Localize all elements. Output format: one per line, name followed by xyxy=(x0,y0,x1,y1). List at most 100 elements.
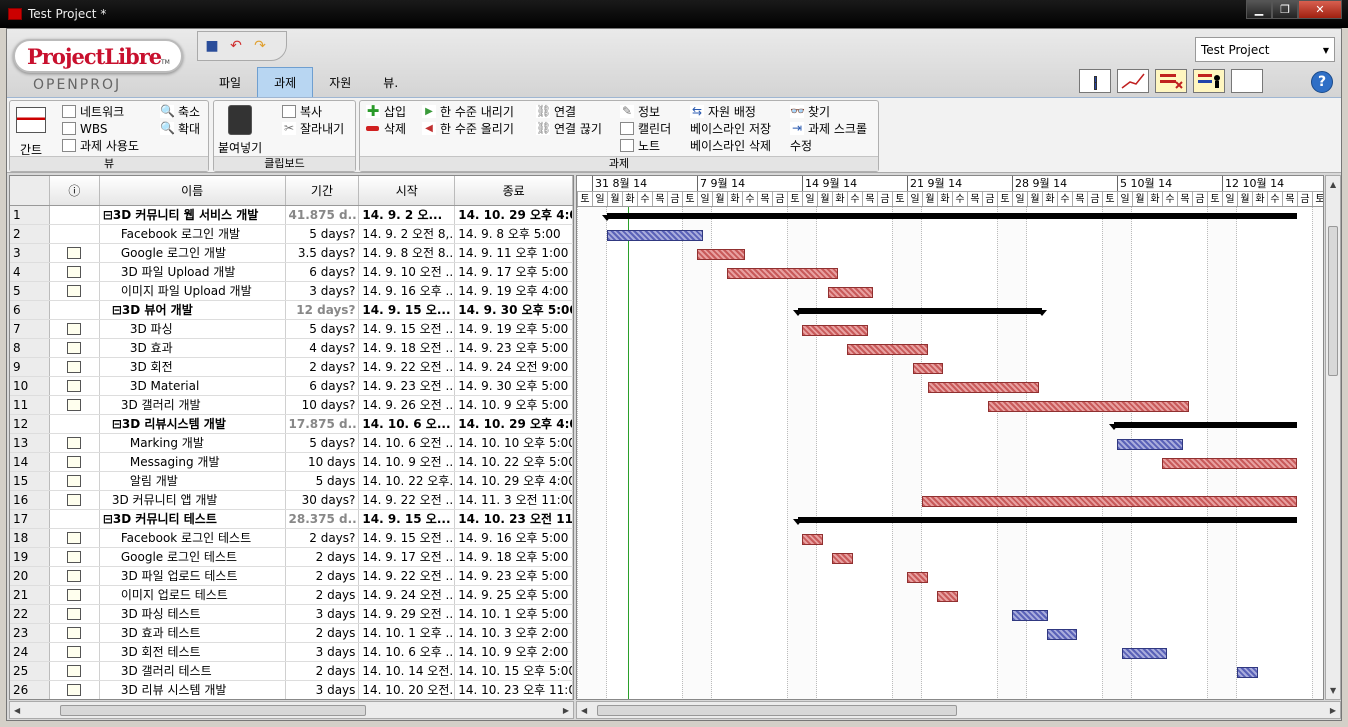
task-start[interactable]: 14. 9. 15 오전 ... xyxy=(359,320,456,338)
info-cell[interactable] xyxy=(50,548,100,566)
tab-task[interactable]: 과제 xyxy=(257,67,314,97)
row-number[interactable]: 6 xyxy=(10,301,50,319)
task-duration[interactable]: 3 days xyxy=(286,605,360,623)
start-column-header[interactable]: 시작 xyxy=(359,176,456,205)
close-button[interactable]: ✕ xyxy=(1298,0,1342,19)
gantt-horizontal-scrollbar[interactable]: ◀ ▶ xyxy=(576,701,1341,719)
info-cell[interactable] xyxy=(50,263,100,281)
task-start[interactable]: 14. 10. 22 오후... xyxy=(359,472,456,490)
table-row[interactable]: 6 ⊟3D 뷰어 개발 12 days? 14. 9. 15 오... 14. 9. 3… xyxy=(10,301,573,320)
task-finish[interactable]: 14. 10. 15 오후 5:00 xyxy=(455,662,573,680)
table-row[interactable]: 8 3D 효과 4 days? 14. 9. 18 오전 ... 14. 9. 23 오… xyxy=(10,339,573,358)
row-number[interactable]: 16 xyxy=(10,491,50,509)
save-baseline-button[interactable]: 베이스라인 저장 xyxy=(690,120,771,137)
task-start[interactable]: 14. 10. 6 오전 ... xyxy=(359,434,456,452)
task-bar[interactable] xyxy=(827,287,873,298)
task-duration[interactable]: 3 days xyxy=(286,681,360,699)
task-finish[interactable]: 14. 10. 23 오전 11 xyxy=(455,510,573,528)
row-number[interactable]: 4 xyxy=(10,263,50,281)
table-row[interactable]: 17 ⊟3D 커뮤니티 테스트 28.375 d... 14. 9. 15 오... 1… xyxy=(10,510,573,529)
task-start[interactable]: 14. 9. 15 오전 ... xyxy=(359,529,456,547)
info-cell[interactable] xyxy=(50,491,100,509)
table-row[interactable]: 22 3D 파싱 테스트 3 days 14. 9. 29 오전 ... 14. 10.… xyxy=(10,605,573,624)
task-start[interactable]: 14. 9. 17 오전 ... xyxy=(359,548,456,566)
table-row[interactable]: 1 ⊟3D 커뮤니티 웹 서비스 개발 41.875 d... 14. 9. 2 오.… xyxy=(10,206,573,225)
note-icon[interactable] xyxy=(67,589,82,601)
table-row[interactable]: 18 Facebook 로그인 테스트 2 days? 14. 9. 15 오전 ..… xyxy=(10,529,573,548)
link-button[interactable]: ⛓ 연결 xyxy=(536,103,576,120)
task-duration[interactable]: 3 days? xyxy=(286,282,360,300)
task-finish[interactable]: 14. 10. 9 오후 2:00 xyxy=(455,643,573,661)
table-row[interactable]: 16 3D 커뮤니티 앱 개발 30 days? 14. 9. 22 오전 ... 14… xyxy=(10,491,573,510)
info-cell[interactable] xyxy=(50,567,100,585)
task-start[interactable]: 14. 9. 24 오전 ... xyxy=(359,586,456,604)
info-cell[interactable] xyxy=(50,453,100,471)
info-cell[interactable] xyxy=(50,529,100,547)
task-finish[interactable]: 14. 9. 30 오후 5:00 xyxy=(455,301,573,319)
table-row[interactable]: 25 3D 갤러리 테스트 2 days 14. 10. 14 오전... 14. 10… xyxy=(10,662,573,681)
task-start[interactable]: 14. 9. 2 오... xyxy=(359,206,456,224)
task-finish[interactable]: 14. 9. 11 오후 1:00 xyxy=(455,244,573,262)
task-finish[interactable]: 14. 10. 29 오후 4:0 xyxy=(455,415,573,433)
task-name[interactable]: Facebook 로그인 테스트 xyxy=(100,529,286,547)
task-bar[interactable] xyxy=(913,363,943,374)
note-icon[interactable] xyxy=(67,266,82,278)
cut-button[interactable]: ✂ 잘라내기 xyxy=(282,120,344,137)
unlink-button[interactable]: ⛓ 연결 끊기 xyxy=(536,120,602,137)
table-row[interactable]: 23 3D 효과 테스트 2 days 14. 10. 1 오후 ... 14. 10.… xyxy=(10,624,573,643)
task-start[interactable]: 14. 9. 10 오전 ... xyxy=(359,263,456,281)
info-button[interactable]: ✎ 정보 xyxy=(620,103,660,120)
task-name[interactable]: 3D 파일 업로드 테스트 xyxy=(100,567,286,585)
task-duration[interactable]: 2 days xyxy=(286,662,360,680)
task-name[interactable]: 3D 효과 xyxy=(100,339,286,357)
row-number[interactable]: 3 xyxy=(10,244,50,262)
task-duration[interactable]: 3 days xyxy=(286,643,360,661)
chart-view-icon[interactable] xyxy=(1117,69,1149,93)
row-number[interactable]: 18 xyxy=(10,529,50,547)
task-finish[interactable]: 14. 10. 29 오후 4:0 xyxy=(455,206,573,224)
task-duration[interactable]: 2 days? xyxy=(286,529,360,547)
info-cell[interactable] xyxy=(50,415,100,433)
row-number[interactable]: 14 xyxy=(10,453,50,471)
task-name[interactable]: 3D 커뮤니티 앱 개발 xyxy=(100,491,286,509)
task-bar[interactable] xyxy=(847,344,928,355)
copy-button[interactable]: 복사 xyxy=(282,103,322,120)
row-number[interactable]: 12 xyxy=(10,415,50,433)
task-name[interactable]: 이미지 업로드 테스트 xyxy=(100,586,286,604)
row-number[interactable]: 20 xyxy=(10,567,50,585)
task-bar[interactable] xyxy=(802,534,823,545)
task-duration[interactable]: 6 days? xyxy=(286,377,360,395)
task-bar[interactable] xyxy=(988,401,1189,412)
row-number[interactable]: 22 xyxy=(10,605,50,623)
note-icon[interactable] xyxy=(67,285,82,297)
row-number[interactable]: 7 xyxy=(10,320,50,338)
gantt-vertical-scrollbar[interactable]: ▲ ▼ xyxy=(1325,175,1341,700)
help-icon[interactable]: ? xyxy=(1311,71,1333,93)
table-scroll-thumb[interactable] xyxy=(60,705,366,716)
table-row[interactable]: 26 3D 리뷰 시스템 개발 3 days 14. 10. 20 오전... 14. … xyxy=(10,681,573,699)
task-name[interactable]: ⊟3D 리뷰시스템 개발 xyxy=(100,415,286,433)
indent-button[interactable]: ▶ 한 수준 내리기 xyxy=(422,103,514,120)
task-finish[interactable]: 14. 9. 8 오후 5:00 xyxy=(455,225,573,243)
row-number[interactable]: 2 xyxy=(10,225,50,243)
info-cell[interactable] xyxy=(50,282,100,300)
task-duration[interactable]: 6 days? xyxy=(286,263,360,281)
task-duration[interactable]: 5 days? xyxy=(286,434,360,452)
task-duration[interactable]: 5 days xyxy=(286,472,360,490)
task-start[interactable]: 14. 9. 22 오전 ... xyxy=(359,491,456,509)
resource-usage-view-icon[interactable] xyxy=(1193,69,1225,93)
task-start[interactable]: 14. 9. 15 오... xyxy=(359,510,456,528)
finish-column-header[interactable]: 종료 xyxy=(455,176,573,205)
task-finish[interactable]: 14. 10. 1 오후 5:00 xyxy=(455,605,573,623)
info-cell[interactable] xyxy=(50,320,100,338)
task-duration[interactable]: 5 days? xyxy=(286,225,360,243)
task-name[interactable]: ⊟3D 커뮤니티 테스트 xyxy=(100,510,286,528)
zoom-in-button[interactable]: 🔍 확대 xyxy=(160,120,200,137)
note-icon[interactable] xyxy=(67,361,82,373)
table-row[interactable]: 2 Facebook 로그인 개발 5 days? 14. 9. 2 오전 8,...… xyxy=(10,225,573,244)
task-name[interactable]: Messaging 개발 xyxy=(100,453,286,471)
row-number[interactable]: 11 xyxy=(10,396,50,414)
task-duration[interactable]: 30 days? xyxy=(286,491,360,509)
task-bar[interactable] xyxy=(727,268,838,279)
network-button[interactable]: 네트워크 xyxy=(62,103,124,120)
